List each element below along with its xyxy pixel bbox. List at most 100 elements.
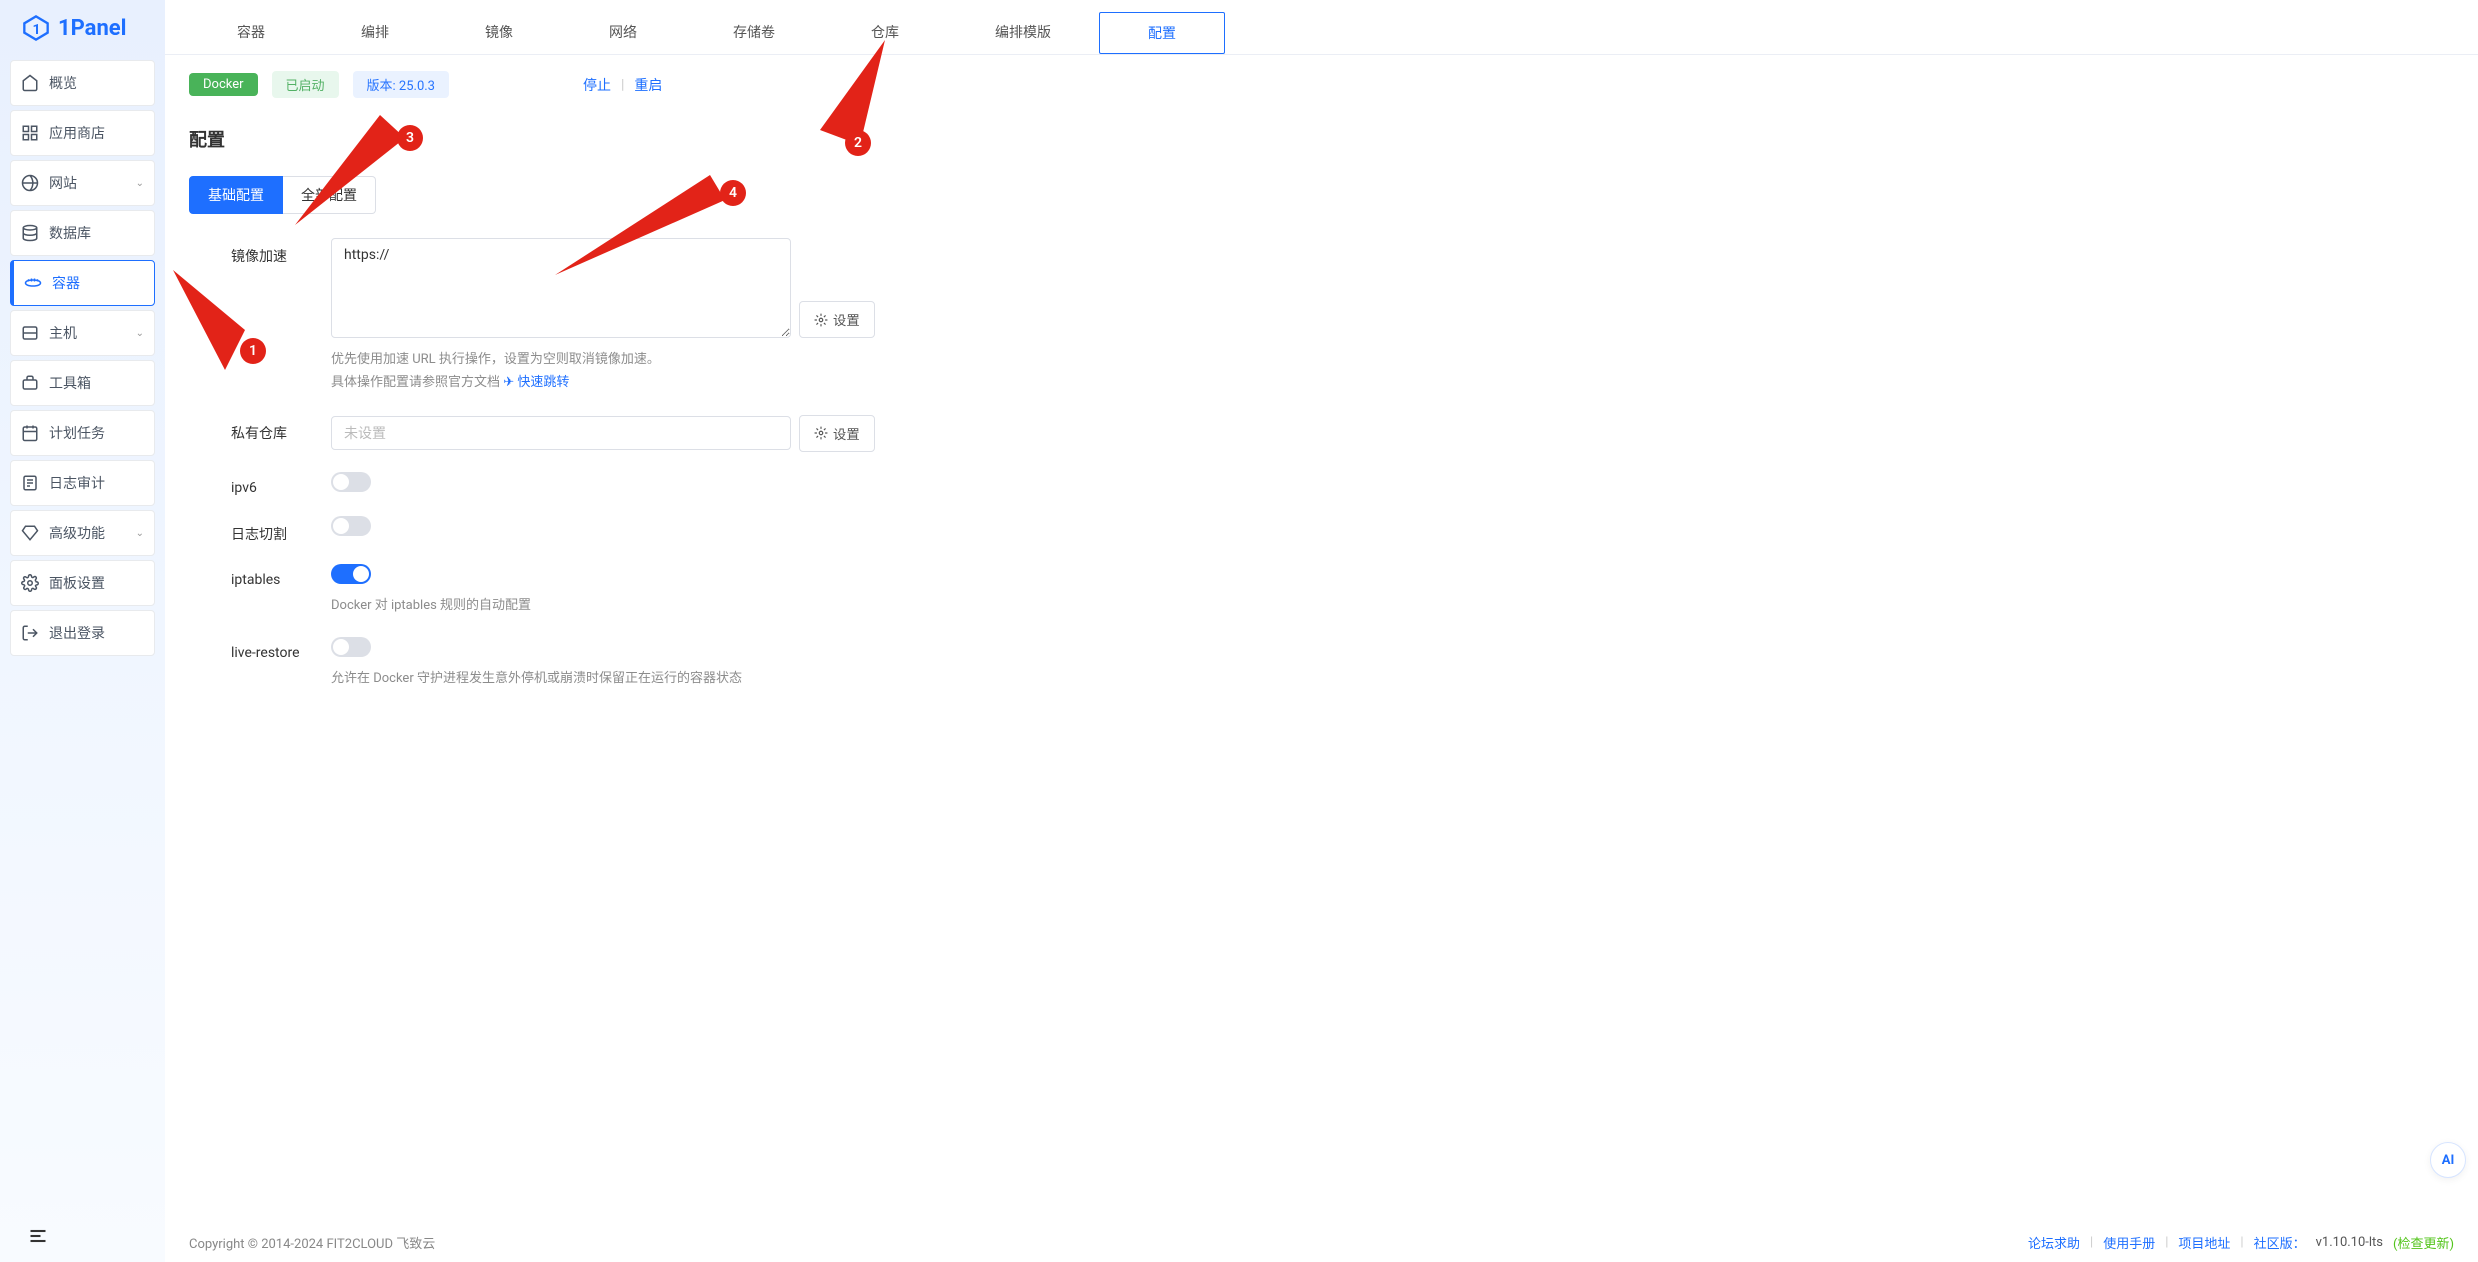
tab-compose[interactable]: 编排 <box>313 12 437 54</box>
tabs: 容器 编排 镜像 网络 存储卷 仓库 编排模版 配置 <box>165 0 2478 55</box>
sidebar-item-label: 工具箱 <box>49 373 91 393</box>
globe-icon <box>21 174 39 192</box>
ipv6-label: ipv6 <box>231 472 311 496</box>
tab-settings[interactable]: 配置 <box>1099 12 1225 54</box>
subtab-all[interactable]: 全部配置 <box>283 176 376 214</box>
manual-link[interactable]: 使用手册 <box>2103 1233 2155 1252</box>
form-row-mirror: 镜像加速 设置 优先使用加速 URL 执行操作，设置为空则取消镜像加速。 具体操… <box>231 238 2454 395</box>
content: 配置 基础配置 全部配置 镜像加速 设置 <box>165 114 2478 1262</box>
subtab-basic[interactable]: 基础配置 <box>189 176 283 214</box>
iptables-switch[interactable] <box>331 564 371 584</box>
tab-container[interactable]: 容器 <box>189 12 313 54</box>
sidebar-item-container[interactable]: 容器 <box>10 260 155 306</box>
form-row-liverestore: live-restore 允许在 Docker 守护进程发生意外停机或崩溃时保留… <box>231 637 2454 690</box>
logcut-label: 日志切割 <box>231 516 311 544</box>
mirror-settings-button[interactable]: 设置 <box>799 301 875 338</box>
gear-icon <box>21 574 39 592</box>
database-icon <box>21 224 39 242</box>
sidebar-item-advanced[interactable]: 高级功能 ⌄ <box>10 510 155 556</box>
form-row-ipv6: ipv6 <box>231 472 2454 496</box>
tab-template[interactable]: 编排模版 <box>947 12 1099 54</box>
gear-icon <box>814 313 828 327</box>
nav: 概览 应用商店 网站 ⌄ 数据库 容器 主机 ⌄ <box>0 56 165 1214</box>
sidebar-item-database[interactable]: 数据库 <box>10 210 155 256</box>
gear-icon <box>814 426 828 440</box>
statusbar: Docker 已启动 版本: 25.0.3 停止 | 重启 <box>165 55 2478 114</box>
liverestore-label: live-restore <box>231 637 311 661</box>
sidebar-item-cron[interactable]: 计划任务 <box>10 410 155 456</box>
collapse-button[interactable] <box>0 1214 165 1262</box>
tab-volume[interactable]: 存储卷 <box>685 12 823 54</box>
version-badge: 版本: 25.0.3 <box>353 71 449 98</box>
calendar-icon <box>21 424 39 442</box>
main: 容器 编排 镜像 网络 存储卷 仓库 编排模版 配置 Docker 已启动 版本… <box>165 0 2478 1262</box>
docker-badge: Docker <box>189 73 258 96</box>
svg-text:1: 1 <box>33 22 41 38</box>
running-badge: 已启动 <box>272 71 339 98</box>
form-row-registry: 私有仓库 设置 <box>231 415 2454 452</box>
stop-link[interactable]: 停止 <box>583 75 611 95</box>
logcut-switch[interactable] <box>331 516 371 536</box>
toolbox-icon <box>21 374 39 392</box>
sidebar-item-logout[interactable]: 退出登录 <box>10 610 155 656</box>
project-link[interactable]: 项目地址 <box>2178 1233 2230 1252</box>
registry-settings-button[interactable]: 设置 <box>799 415 875 452</box>
iptables-label: iptables <box>231 564 311 588</box>
liverestore-help: 允许在 Docker 守护进程发生意外停机或崩溃时保留正在运行的容器状态 <box>331 667 891 690</box>
sidebar-item-website[interactable]: 网站 ⌄ <box>10 160 155 206</box>
registry-input[interactable] <box>331 416 791 450</box>
restart-link[interactable]: 重启 <box>634 75 662 95</box>
container-icon <box>24 274 42 292</box>
chevron-down-icon: ⌄ <box>136 528 144 539</box>
page-title: 配置 <box>189 126 2454 152</box>
mirror-textarea[interactable] <box>331 238 791 338</box>
update-link[interactable]: (检查更新) <box>2393 1233 2454 1252</box>
form-row-iptables: iptables Docker 对 iptables 规则的自动配置 <box>231 564 2454 617</box>
form-row-logcut: 日志切割 <box>231 516 2454 544</box>
sidebar: 1 1Panel 概览 应用商店 网站 ⌄ 数据库 容器 <box>0 0 165 1262</box>
menu-icon <box>28 1226 48 1246</box>
logo-text: 1Panel <box>58 16 127 41</box>
ipv6-switch[interactable] <box>331 472 371 492</box>
sidebar-item-label: 计划任务 <box>49 423 105 443</box>
sidebar-item-label: 数据库 <box>49 223 91 243</box>
mirror-help: 优先使用加速 URL 执行操作，设置为空则取消镜像加速。 具体操作配置请参照官方… <box>331 348 891 395</box>
sidebar-item-label: 容器 <box>52 273 80 293</box>
chevron-down-icon: ⌄ <box>136 328 144 339</box>
mirror-label: 镜像加速 <box>231 238 311 266</box>
tab-repo[interactable]: 仓库 <box>823 12 947 54</box>
footer: Copyright © 2014-2024 FIT2CLOUD 飞致云 论坛求助… <box>165 1223 2478 1262</box>
sidebar-item-label: 日志审计 <box>49 473 105 493</box>
log-icon <box>21 474 39 492</box>
sidebar-item-label: 面板设置 <box>49 573 105 593</box>
registry-label: 私有仓库 <box>231 415 311 443</box>
sidebar-item-label: 应用商店 <box>49 123 105 143</box>
sidebar-item-toolbox[interactable]: 工具箱 <box>10 360 155 406</box>
subtabs: 基础配置 全部配置 <box>189 176 2454 214</box>
forum-link[interactable]: 论坛求助 <box>2028 1233 2080 1252</box>
sidebar-item-host[interactable]: 主机 ⌄ <box>10 310 155 356</box>
sidebar-item-label: 网站 <box>49 173 77 193</box>
sidebar-item-label: 概览 <box>49 73 77 93</box>
sidebar-item-appstore[interactable]: 应用商店 <box>10 110 155 156</box>
logout-icon <box>21 624 39 642</box>
sidebar-item-settings[interactable]: 面板设置 <box>10 560 155 606</box>
apps-icon <box>21 124 39 142</box>
liverestore-switch[interactable] <box>331 637 371 657</box>
logo-icon: 1 <box>22 14 50 42</box>
diamond-icon <box>21 524 39 542</box>
sidebar-item-label: 高级功能 <box>49 523 105 543</box>
home-icon <box>21 74 39 92</box>
ai-float-button[interactable]: AI <box>2430 1142 2466 1178</box>
mirror-help-link[interactable]: ✈ 快速跳转 <box>503 375 569 390</box>
edition-label: 社区版： <box>2254 1233 2306 1252</box>
sidebar-item-overview[interactable]: 概览 <box>10 60 155 106</box>
host-icon <box>21 324 39 342</box>
logo[interactable]: 1 1Panel <box>0 0 165 56</box>
sidebar-item-label: 退出登录 <box>49 623 105 643</box>
tab-network[interactable]: 网络 <box>561 12 685 54</box>
tab-image[interactable]: 镜像 <box>437 12 561 54</box>
sidebar-item-logs[interactable]: 日志审计 <box>10 460 155 506</box>
version-text: v1.10.10-lts <box>2316 1235 2383 1250</box>
sidebar-item-label: 主机 <box>49 323 77 343</box>
